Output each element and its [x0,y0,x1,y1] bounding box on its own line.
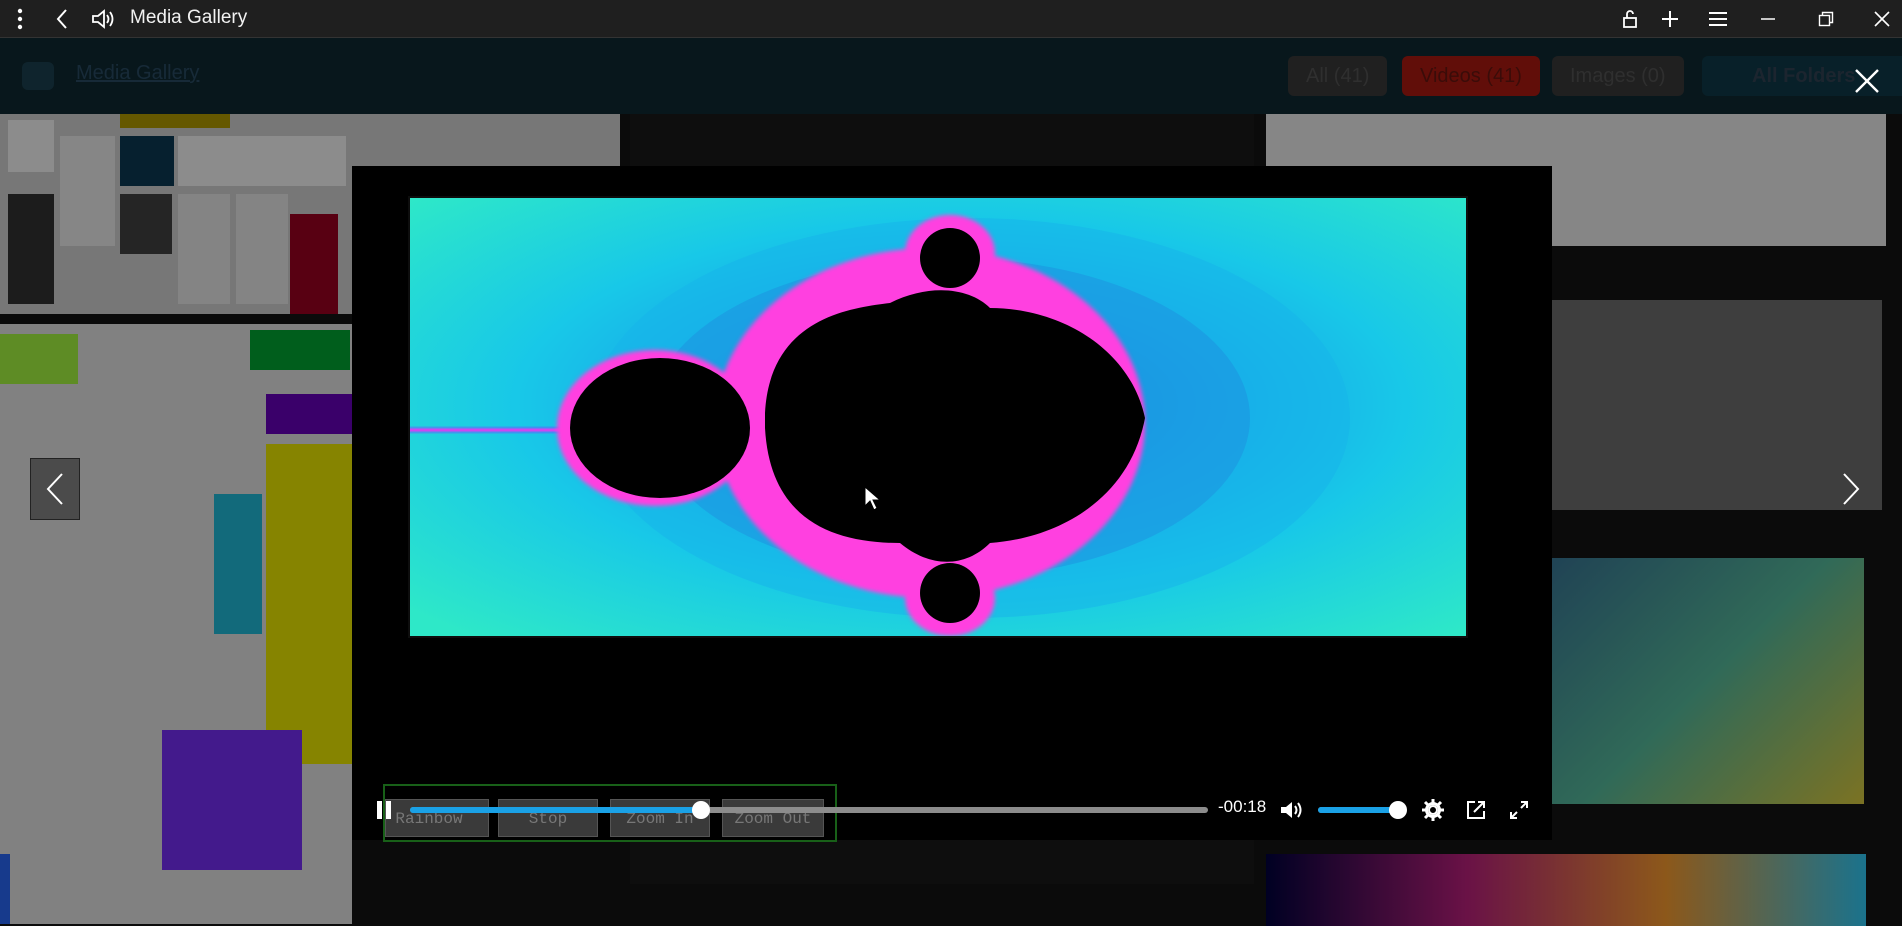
thumbnail-tile[interactable] [1266,854,1866,926]
lock-icon[interactable] [1612,0,1648,38]
filter-images-button[interactable]: Images (0) [1552,56,1684,96]
more-vert-icon[interactable] [2,0,38,38]
demo-rainbow-button: Rainbow [385,799,489,837]
volume-slider[interactable] [1318,801,1407,819]
close-icon[interactable] [1864,0,1900,38]
close-viewer-icon[interactable] [1846,60,1886,100]
thumbnail-tile[interactable] [0,324,352,924]
filter-videos-button[interactable]: Videos (41) [1402,56,1540,96]
demo-stop-button: Stop [498,799,598,837]
video-frame[interactable] [408,196,1468,638]
gallery-header: Media Gallery All (41) Videos (41) Image… [0,38,1902,114]
title-bar: Media Gallery [0,0,1902,38]
demo-zoom-out-button: Zoom Out [722,799,824,837]
plus-icon[interactable] [1652,0,1688,38]
menu-icon[interactable] [1700,0,1736,38]
gallery-title[interactable]: Media Gallery [76,62,199,85]
demo-button-row: Rainbow Stop Zoom In Zoom Out [383,784,837,842]
next-arrow-icon[interactable] [1826,458,1876,520]
popout-icon[interactable] [1462,796,1490,824]
settings-icon[interactable] [1419,796,1447,824]
volume-level [1318,807,1398,813]
pause-icon[interactable] [370,796,398,824]
mouse-cursor-icon [864,486,882,511]
window-title: Media Gallery [130,7,248,28]
seek-progress [410,807,702,813]
previous-arrow-icon[interactable] [30,458,80,520]
seek-bar[interactable] [410,801,1208,819]
time-remaining: -00:18 [1218,797,1267,816]
filter-all-button[interactable]: All (41) [1288,56,1388,96]
minimize-icon[interactable] [1750,0,1786,38]
gallery-logo-icon [22,62,54,90]
thumbnail-tile[interactable] [1552,558,1864,804]
restore-icon[interactable] [1808,0,1844,38]
volume-thumb[interactable] [1389,801,1407,819]
fullscreen-icon[interactable] [1505,796,1533,824]
volume-icon[interactable] [1278,796,1306,824]
back-icon[interactable] [44,0,80,38]
volume-icon[interactable] [86,0,122,38]
